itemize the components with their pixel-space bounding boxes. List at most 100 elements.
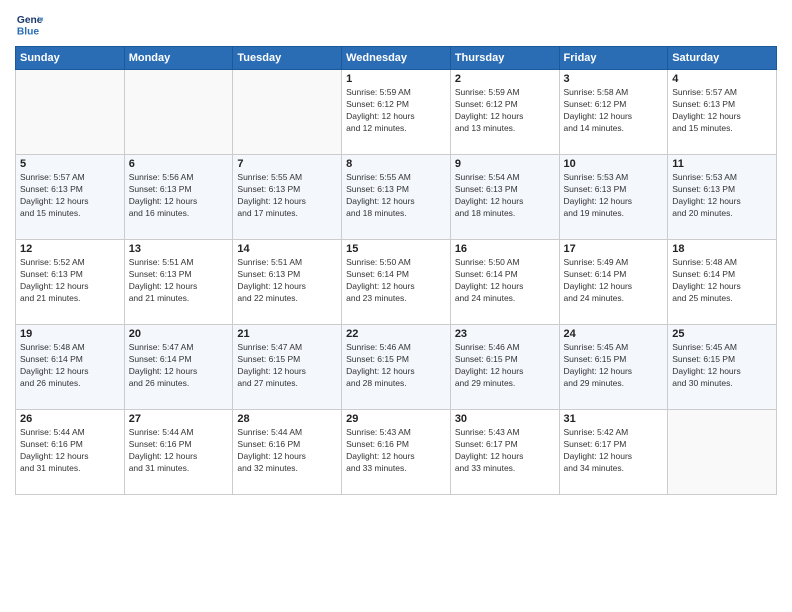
logo: General Blue xyxy=(15,10,47,38)
calendar-week-5: 26Sunrise: 5:44 AMSunset: 6:16 PMDayligh… xyxy=(16,410,777,495)
day-number: 16 xyxy=(455,243,555,255)
calendar-cell: 29Sunrise: 5:43 AMSunset: 6:16 PMDayligh… xyxy=(342,410,451,495)
calendar-cell: 13 Sunrise: 5:51 AMSunset: 6:13 PMDayligh… xyxy=(124,240,233,325)
calendar-cell xyxy=(668,410,777,495)
day-number: 24 xyxy=(564,328,664,340)
calendar-cell xyxy=(124,70,233,155)
calendar-cell: 12 Sunrise: 5:52 AMSunset: 6:13 PMDayligh… xyxy=(16,240,125,325)
calendar-cell: 19 Sunrise: 5:48 AMSunset: 6:14 PMDayligh… xyxy=(16,325,125,410)
cell-info: Sunrise: 5:44 AMSunset: 6:16 PMDaylight:… xyxy=(237,427,337,475)
day-number: 14 xyxy=(237,243,337,255)
calendar-cell: 7 Sunrise: 5:55 AMSunset: 6:13 PMDaylight… xyxy=(233,155,342,240)
calendar-cell: 22 Sunrise: 5:46 AMSunset: 6:15 PMDayligh… xyxy=(342,325,451,410)
cell-info: Sunrise: 5:47 AMSunset: 6:14 PMDaylight:… xyxy=(129,342,229,390)
calendar-cell: 8 Sunrise: 5:55 AMSunset: 6:13 PMDaylight… xyxy=(342,155,451,240)
day-number: 2 xyxy=(455,73,555,85)
day-number: 23 xyxy=(455,328,555,340)
calendar-week-1: 1 Sunrise: 5:59 AMSunset: 6:12 PMDaylight… xyxy=(16,70,777,155)
calendar-cell: 16 Sunrise: 5:50 AMSunset: 6:14 PMDayligh… xyxy=(450,240,559,325)
day-number: 12 xyxy=(20,243,120,255)
cell-info: Sunrise: 5:57 AMSunset: 6:13 PMDaylight:… xyxy=(672,87,772,135)
weekday-header-thursday: Thursday xyxy=(450,47,559,70)
calendar-week-2: 5Sunrise: 5:57 AMSunset: 6:13 PMDaylight… xyxy=(16,155,777,240)
calendar-cell: 14 Sunrise: 5:51 AMSunset: 6:13 PMDayligh… xyxy=(233,240,342,325)
calendar-cell xyxy=(233,70,342,155)
calendar-cell: 9 Sunrise: 5:54 AMSunset: 6:13 PMDaylight… xyxy=(450,155,559,240)
calendar-week-4: 19 Sunrise: 5:48 AMSunset: 6:14 PMDayligh… xyxy=(16,325,777,410)
weekday-header-sunday: Sunday xyxy=(16,47,125,70)
cell-info: Sunrise: 5:53 AMSunset: 6:13 PMDaylight:… xyxy=(564,172,664,220)
cell-info: Sunrise: 5:50 AMSunset: 6:14 PMDaylight:… xyxy=(346,257,446,305)
day-number: 17 xyxy=(564,243,664,255)
cell-info: Sunrise: 5:42 AMSunset: 6:17 PMDaylight:… xyxy=(564,427,664,475)
day-number: 20 xyxy=(129,328,229,340)
day-number: 19 xyxy=(20,328,120,340)
cell-info: Sunrise: 5:51 AMSunset: 6:13 PMDaylight:… xyxy=(129,257,229,305)
cell-info: Sunrise: 5:45 AMSunset: 6:15 PMDaylight:… xyxy=(564,342,664,390)
calendar-header-row: SundayMondayTuesdayWednesdayThursdayFrid… xyxy=(16,47,777,70)
weekday-header-friday: Friday xyxy=(559,47,668,70)
calendar-cell: 6 Sunrise: 5:56 AMSunset: 6:13 PMDaylight… xyxy=(124,155,233,240)
day-number: 4 xyxy=(672,73,772,85)
calendar-cell: 24 Sunrise: 5:45 AMSunset: 6:15 PMDayligh… xyxy=(559,325,668,410)
cell-info: Sunrise: 5:54 AMSunset: 6:13 PMDaylight:… xyxy=(455,172,555,220)
day-number: 7 xyxy=(237,158,337,170)
cell-info: Sunrise: 5:48 AMSunset: 6:14 PMDaylight:… xyxy=(672,257,772,305)
day-number: 10 xyxy=(564,158,664,170)
cell-info: Sunrise: 5:59 AMSunset: 6:12 PMDaylight:… xyxy=(346,87,446,135)
calendar-cell xyxy=(16,70,125,155)
calendar-cell: 15 Sunrise: 5:50 AMSunset: 6:14 PMDayligh… xyxy=(342,240,451,325)
day-number: 15 xyxy=(346,243,446,255)
calendar-cell: 3Sunrise: 5:58 AMSunset: 6:12 PMDaylight… xyxy=(559,70,668,155)
cell-info: Sunrise: 5:59 AMSunset: 6:12 PMDaylight:… xyxy=(455,87,555,135)
calendar-cell: 10 Sunrise: 5:53 AMSunset: 6:13 PMDayligh… xyxy=(559,155,668,240)
cell-info: Sunrise: 5:46 AMSunset: 6:15 PMDaylight:… xyxy=(346,342,446,390)
day-number: 6 xyxy=(129,158,229,170)
cell-info: Sunrise: 5:56 AMSunset: 6:13 PMDaylight:… xyxy=(129,172,229,220)
cell-info: Sunrise: 5:43 AMSunset: 6:17 PMDaylight:… xyxy=(455,427,555,475)
cell-info: Sunrise: 5:52 AMSunset: 6:13 PMDaylight:… xyxy=(20,257,120,305)
cell-info: Sunrise: 5:55 AMSunset: 6:13 PMDaylight:… xyxy=(237,172,337,220)
day-number: 25 xyxy=(672,328,772,340)
weekday-header-tuesday: Tuesday xyxy=(233,47,342,70)
page-header: General Blue xyxy=(15,10,777,38)
weekday-header-saturday: Saturday xyxy=(668,47,777,70)
cell-info: Sunrise: 5:55 AMSunset: 6:13 PMDaylight:… xyxy=(346,172,446,220)
calendar-cell: 1 Sunrise: 5:59 AMSunset: 6:12 PMDaylight… xyxy=(342,70,451,155)
cell-info: Sunrise: 5:57 AMSunset: 6:13 PMDaylight:… xyxy=(20,172,120,220)
calendar-cell: 21Sunrise: 5:47 AMSunset: 6:15 PMDayligh… xyxy=(233,325,342,410)
calendar-cell: 20 Sunrise: 5:47 AMSunset: 6:14 PMDayligh… xyxy=(124,325,233,410)
svg-text:General: General xyxy=(17,15,43,26)
day-number: 28 xyxy=(237,413,337,425)
logo-icon: General Blue xyxy=(15,10,43,38)
calendar-cell: 27Sunrise: 5:44 AMSunset: 6:16 PMDayligh… xyxy=(124,410,233,495)
calendar-cell: 17 Sunrise: 5:49 AMSunset: 6:14 PMDayligh… xyxy=(559,240,668,325)
calendar-cell: 18 Sunrise: 5:48 AMSunset: 6:14 PMDayligh… xyxy=(668,240,777,325)
day-number: 9 xyxy=(455,158,555,170)
day-number: 30 xyxy=(455,413,555,425)
cell-info: Sunrise: 5:48 AMSunset: 6:14 PMDaylight:… xyxy=(20,342,120,390)
cell-info: Sunrise: 5:50 AMSunset: 6:14 PMDaylight:… xyxy=(455,257,555,305)
day-number: 18 xyxy=(672,243,772,255)
cell-info: Sunrise: 5:44 AMSunset: 6:16 PMDaylight:… xyxy=(20,427,120,475)
cell-info: Sunrise: 5:53 AMSunset: 6:13 PMDaylight:… xyxy=(672,172,772,220)
cell-info: Sunrise: 5:45 AMSunset: 6:15 PMDaylight:… xyxy=(672,342,772,390)
calendar-cell: 28 Sunrise: 5:44 AMSunset: 6:16 PMDayligh… xyxy=(233,410,342,495)
calendar-cell: 11 Sunrise: 5:53 AMSunset: 6:13 PMDayligh… xyxy=(668,155,777,240)
day-number: 11 xyxy=(672,158,772,170)
calendar-week-3: 12 Sunrise: 5:52 AMSunset: 6:13 PMDayligh… xyxy=(16,240,777,325)
calendar-cell: 23 Sunrise: 5:46 AMSunset: 6:15 PMDayligh… xyxy=(450,325,559,410)
day-number: 8 xyxy=(346,158,446,170)
cell-info: Sunrise: 5:46 AMSunset: 6:15 PMDaylight:… xyxy=(455,342,555,390)
calendar-cell: 4 Sunrise: 5:57 AMSunset: 6:13 PMDaylight… xyxy=(668,70,777,155)
day-number: 13 xyxy=(129,243,229,255)
calendar-cell: 26Sunrise: 5:44 AMSunset: 6:16 PMDayligh… xyxy=(16,410,125,495)
weekday-header-monday: Monday xyxy=(124,47,233,70)
day-number: 22 xyxy=(346,328,446,340)
calendar-cell: 2 Sunrise: 5:59 AMSunset: 6:12 PMDaylight… xyxy=(450,70,559,155)
cell-info: Sunrise: 5:49 AMSunset: 6:14 PMDaylight:… xyxy=(564,257,664,305)
calendar-cell: 25 Sunrise: 5:45 AMSunset: 6:15 PMDayligh… xyxy=(668,325,777,410)
cell-info: Sunrise: 5:51 AMSunset: 6:13 PMDaylight:… xyxy=(237,257,337,305)
day-number: 29 xyxy=(346,413,446,425)
day-number: 1 xyxy=(346,73,446,85)
